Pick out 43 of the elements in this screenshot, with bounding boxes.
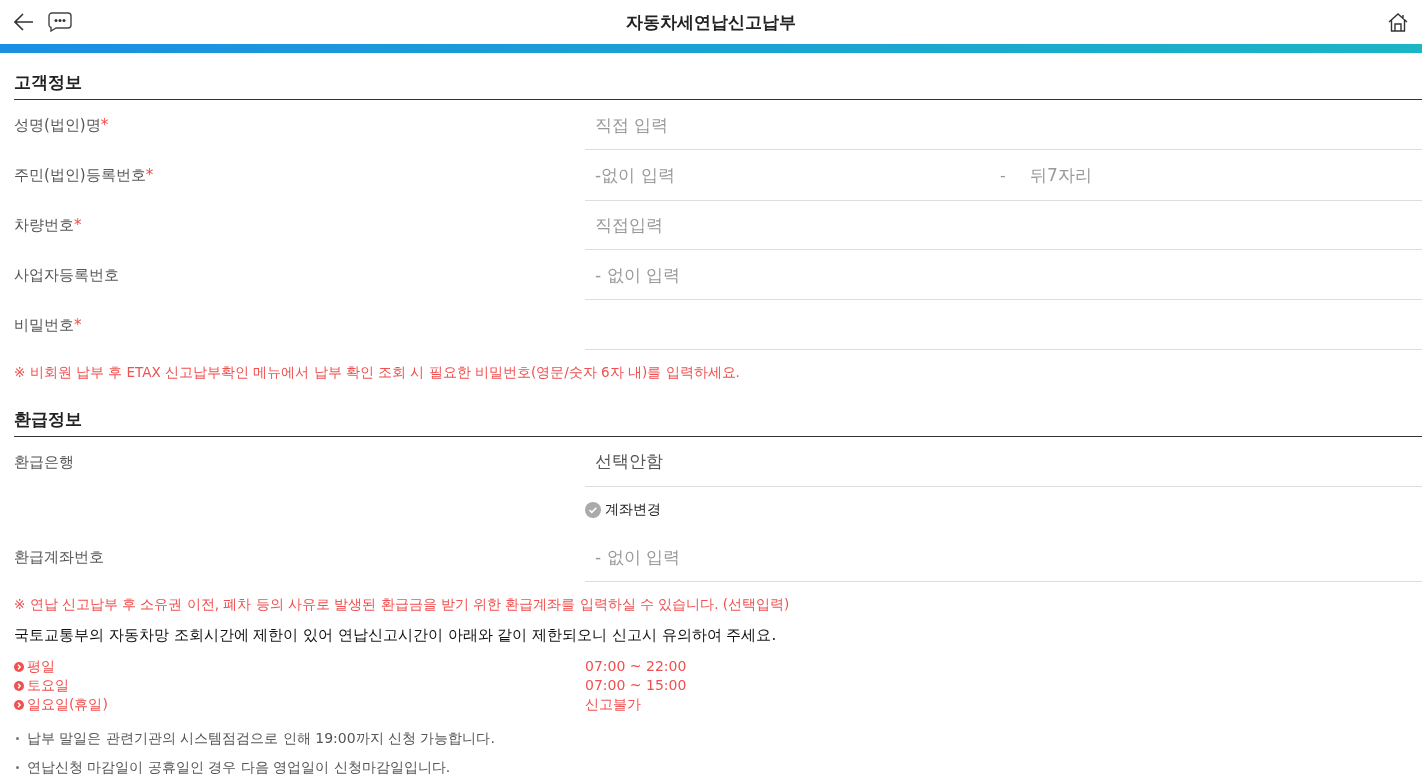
day-label: 토요일 — [27, 676, 69, 695]
bullet-icon — [16, 766, 19, 769]
account-change-checkbox[interactable]: 계좌변경 — [585, 500, 661, 519]
field-label: 환급계좌번호 — [14, 547, 105, 567]
day-label: 일요일(휴일) — [27, 695, 108, 714]
input-field[interactable]: 직접입력 — [585, 200, 1422, 250]
input-field[interactable]: 뒤7자리 — [1020, 150, 1422, 200]
field-label: 사업자등록번호 — [14, 265, 120, 285]
field-label: 환급은행 — [14, 452, 75, 472]
note-text: 납부 말일은 관련기관의 시스템점검으로 인해 19:00까지 신청 가능합니다. — [27, 729, 495, 748]
bullet-icon — [16, 737, 19, 740]
input-field[interactable]: 직접 입력 — [585, 100, 1422, 150]
check-circle-icon — [585, 501, 601, 518]
required-mark: * — [74, 315, 82, 334]
note-text: 연납신청 마감일이 공휴일인 경우 다음 영업일이 신청마감일입니다. — [27, 758, 451, 777]
time-range: 07:00 ~ 22:00 — [585, 657, 688, 676]
section-title: 환급정보 — [14, 390, 1422, 437]
required-mark: * — [74, 215, 82, 234]
field-label: 비밀번호* — [14, 315, 83, 335]
field-label: 주민(법인)등록번호* — [14, 166, 155, 185]
chat-bubble-icon[interactable] — [48, 12, 72, 32]
home-icon[interactable] — [1388, 12, 1408, 32]
required-mark: * — [100, 115, 109, 134]
chevron-circle-icon — [14, 699, 24, 710]
back-arrow-icon[interactable] — [14, 13, 34, 31]
notice-text: 국토교통부의 자동차망 조회시간에 제한이 있어 연납신고시간이 아래와 같이 제한되오니 신고시 유의하여 주세요. — [14, 626, 778, 645]
page-title: 자동차세연납신고납부 — [626, 10, 796, 34]
input-field[interactable]: - 없이 입력 — [585, 532, 1422, 582]
input-field[interactable]: -없이 입력 — [585, 150, 1000, 200]
bank-select[interactable]: 선택안함 — [585, 437, 1422, 487]
input-field[interactable]: - 없이 입력 — [585, 250, 1422, 300]
notice-text: ※ 연납 신고납부 후 소유권 이전, 폐차 등의 사유로 발생된 환급금을 받기 위한 환급계좌를 입력하실 수 있습니다. (선택입력) — [14, 595, 791, 614]
time-range: 신고불가 — [585, 695, 642, 714]
required-mark: * — [145, 166, 154, 184]
notice-text: ※ 비회원 납부 후 ETAX 신고납부확인 메뉴에서 납부 확인 조회 시 필요한 비밀번호(영문/숫자 6자 내)를 입력하세요. — [14, 363, 741, 382]
field-label: 차량번호* — [14, 215, 83, 235]
section-title: 고객정보 — [14, 53, 1422, 100]
field-label: 성명(법인)명* — [14, 115, 110, 135]
chevron-circle-icon — [14, 680, 24, 691]
chevron-circle-icon — [14, 661, 24, 672]
day-label: 평일 — [27, 657, 55, 676]
time-range: 07:00 ~ 15:00 — [585, 676, 688, 695]
separator-dash: - — [1000, 165, 1007, 185]
